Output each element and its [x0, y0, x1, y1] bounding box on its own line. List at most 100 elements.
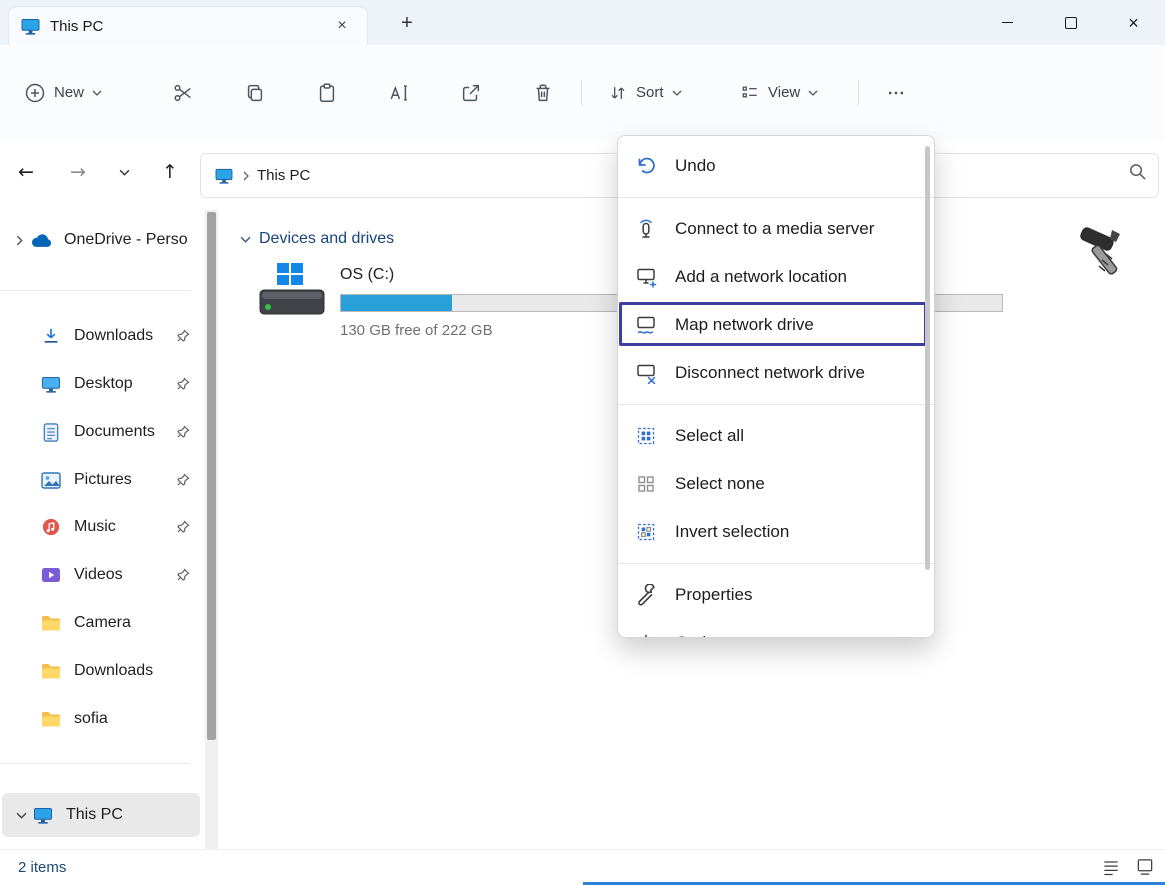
- menu-item-label: Select none: [675, 474, 765, 494]
- menu-item-label: Map network drive: [675, 315, 814, 335]
- sidebar-item-this-pc[interactable]: This PC: [2, 793, 200, 837]
- chevron-down-icon: [240, 236, 251, 243]
- sidebar-item-label: OneDrive - Perso: [64, 231, 202, 249]
- copy-icon: [244, 82, 266, 104]
- menu-item-disconnect-network-drive[interactable]: Disconnect network drive: [618, 349, 934, 397]
- delete-button[interactable]: [526, 76, 560, 110]
- rename-button[interactable]: [382, 76, 416, 110]
- search-button[interactable]: [1128, 162, 1147, 181]
- copy-button[interactable]: [238, 76, 272, 110]
- select-none-icon: [634, 473, 658, 495]
- menu-item-add-network-location[interactable]: Add a network location: [618, 253, 934, 301]
- details-view-button[interactable]: [1097, 853, 1125, 881]
- close-button[interactable]: ×: [1102, 0, 1165, 45]
- title-bar: This PC × + ×: [0, 0, 1165, 45]
- hammer-cursor-icon: [1076, 224, 1132, 282]
- chevron-right-icon[interactable]: [8, 235, 30, 246]
- pin-icon: [176, 520, 190, 534]
- menu-item-label: Properties: [675, 585, 752, 605]
- pin-icon: [176, 568, 190, 582]
- sidebar-item-camera[interactable]: Camera: [0, 603, 202, 643]
- menu-separator: [618, 404, 934, 405]
- see-more-button[interactable]: [879, 76, 913, 110]
- large-icons-view-button[interactable]: [1131, 853, 1159, 881]
- explorer-tab[interactable]: This PC ×: [8, 6, 368, 45]
- this-pc-icon: [215, 168, 233, 184]
- pin-icon: [176, 473, 190, 487]
- minimize-icon: [1002, 22, 1013, 23]
- sidebar-item-label: Camera: [74, 614, 202, 632]
- sidebar-item-pictures[interactable]: Pictures: [0, 460, 202, 500]
- maximize-icon: [1065, 17, 1077, 29]
- share-icon: [460, 82, 482, 104]
- forward-button[interactable]: →: [60, 154, 96, 190]
- minimize-button[interactable]: [976, 0, 1039, 45]
- menu-item-invert-selection[interactable]: Invert selection: [618, 508, 934, 556]
- breadcrumb[interactable]: This PC: [257, 167, 310, 184]
- view-button-label: View: [768, 84, 800, 101]
- sidebar-item-onedrive[interactable]: OneDrive - Perso: [0, 220, 202, 260]
- pin-icon: [176, 425, 190, 439]
- new-tab-button[interactable]: +: [393, 9, 421, 37]
- view-button[interactable]: View: [740, 45, 818, 140]
- sidebar-item-downloads-pinned[interactable]: Downloads: [0, 316, 202, 356]
- drive-name[interactable]: OS (C:): [340, 266, 394, 284]
- undo-icon: [634, 155, 658, 177]
- cut-button[interactable]: [166, 76, 200, 110]
- menu-item-properties[interactable]: Properties: [618, 571, 934, 619]
- this-pc-tab-icon: [21, 18, 40, 35]
- disconnect-network-drive-icon: [634, 362, 658, 384]
- chevron-down-icon: [92, 90, 102, 96]
- menu-item-select-none[interactable]: Select none: [618, 460, 934, 508]
- folder-icon: [40, 663, 62, 679]
- sidebar-item-label: Desktop: [74, 375, 176, 393]
- folder-icon: [40, 711, 62, 727]
- sidebar-item-sofia[interactable]: sofia: [0, 699, 202, 739]
- tab-close-button[interactable]: ×: [329, 13, 355, 39]
- sidebar-item-label: Documents: [74, 423, 176, 441]
- sort-button[interactable]: Sort: [608, 45, 682, 140]
- sidebar-item-music[interactable]: Music: [0, 507, 202, 547]
- sidebar-item-label: Downloads: [74, 662, 202, 680]
- sidebar-item-downloads-folder[interactable]: Downloads: [0, 651, 202, 691]
- menu-item-options[interactable]: Options: [618, 619, 934, 638]
- details-view-icon: [1101, 857, 1121, 877]
- pin-icon: [176, 377, 190, 391]
- paste-button[interactable]: [310, 76, 344, 110]
- group-header-label: Devices and drives: [259, 230, 394, 248]
- menu-scrollbar-thumb[interactable]: [925, 146, 930, 570]
- media-server-icon: [634, 218, 658, 240]
- second-drive-bar-fragment: [935, 294, 1003, 312]
- pin-icon: [176, 329, 190, 343]
- search-icon: [1128, 162, 1147, 181]
- sidebar-item-desktop[interactable]: Desktop: [0, 364, 202, 404]
- large-icons-view-icon: [1135, 857, 1155, 877]
- sidebar-item-videos[interactable]: Videos: [0, 555, 202, 595]
- share-button[interactable]: [454, 76, 488, 110]
- chevron-down-icon[interactable]: [10, 812, 32, 819]
- up-button[interactable]: ↑: [152, 154, 188, 190]
- cut-icon: [172, 82, 194, 104]
- sidebar-item-documents[interactable]: Documents: [0, 412, 202, 452]
- menu-item-select-all[interactable]: Select all: [618, 412, 934, 460]
- menu-item-map-network-drive[interactable]: Map network drive: [618, 301, 934, 349]
- sidebar-item-label: Downloads: [74, 327, 176, 345]
- chevron-down-icon: [672, 90, 682, 96]
- recent-locations-button[interactable]: [106, 154, 142, 190]
- back-button[interactable]: ←: [8, 154, 44, 190]
- maximize-button[interactable]: [1039, 0, 1102, 45]
- menu-item-connect-media-server[interactable]: Connect to a media server: [618, 205, 934, 253]
- pictures-icon: [40, 472, 62, 489]
- menu-item-label: Connect to a media server: [675, 219, 874, 239]
- desktop-icon: [40, 376, 62, 393]
- folder-icon: [40, 615, 62, 631]
- sidebar-scrollbar-thumb[interactable]: [207, 212, 216, 740]
- sidebar-divider: [0, 290, 190, 291]
- menu-separator: [618, 197, 934, 198]
- group-header-devices-and-drives[interactable]: Devices and drives: [240, 230, 394, 248]
- new-button[interactable]: New: [24, 45, 102, 140]
- menu-item-undo[interactable]: Undo: [618, 142, 934, 190]
- sidebar-divider: [0, 763, 190, 764]
- items-count: 2 items: [18, 859, 66, 876]
- chevron-down-icon: [808, 90, 818, 96]
